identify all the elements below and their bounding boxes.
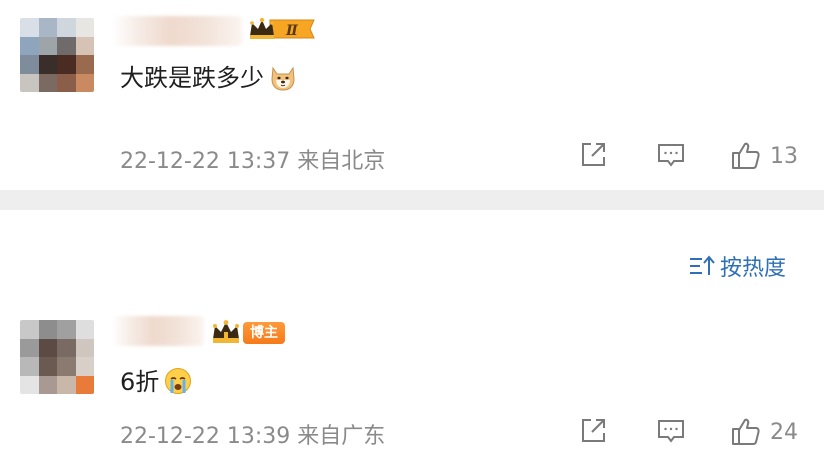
reply-button[interactable] <box>656 140 686 170</box>
badge-level-text: Ⅱ <box>285 23 299 39</box>
blogger-tag: 博主 <box>243 322 285 344</box>
like-button[interactable]: 24 <box>730 416 798 448</box>
crown-icon <box>210 319 242 351</box>
share-button[interactable] <box>578 416 608 446</box>
like-button[interactable]: 13 <box>730 140 798 172</box>
section-divider <box>0 190 824 210</box>
blogger-badge: 博主 <box>210 319 290 347</box>
like-count: 13 <box>770 143 798 169</box>
location: 来自北京 <box>297 149 386 174</box>
sort-icon <box>690 255 715 275</box>
comment-meta: 22-12-22 13:39 来自广东 <box>120 418 385 450</box>
comment-icon <box>658 420 684 443</box>
comment-item: Ⅱ 大跌是跌多少 22-12-22 13:37 来自北京 13 <box>0 0 824 190</box>
comment-meta: 22-12-22 13:37 来自北京 <box>120 143 385 175</box>
doge-icon <box>268 62 298 92</box>
username[interactable] <box>112 316 204 346</box>
sort-label: 按热度 <box>720 256 787 281</box>
fan-level-badge: Ⅱ <box>248 16 318 42</box>
sort-by-heat-button[interactable]: 按热度 <box>688 250 786 282</box>
comment-text-content: 6折 <box>120 368 160 396</box>
crying-face-icon <box>163 366 193 396</box>
username[interactable] <box>112 16 242 46</box>
comment-text: 6折 <box>120 362 193 397</box>
comment-item: 博主 6折 22-12-22 13:39 来自广东 24 <box>0 300 824 465</box>
thumbs-up-icon <box>732 142 760 169</box>
avatar[interactable] <box>20 18 94 92</box>
avatar[interactable] <box>20 320 94 394</box>
comment-text: 大跌是跌多少 <box>120 58 298 93</box>
share-icon <box>582 419 605 442</box>
timestamp: 22-12-22 13:39 <box>120 424 291 449</box>
share-icon <box>582 143 605 166</box>
timestamp: 22-12-22 13:37 <box>120 149 291 174</box>
share-button[interactable] <box>578 140 608 170</box>
location: 来自广东 <box>297 424 386 449</box>
like-count: 24 <box>770 419 798 445</box>
reply-button[interactable] <box>656 416 686 446</box>
thumbs-up-icon <box>732 418 760 445</box>
comment-icon <box>658 144 684 167</box>
comment-text-content: 大跌是跌多少 <box>120 64 264 92</box>
